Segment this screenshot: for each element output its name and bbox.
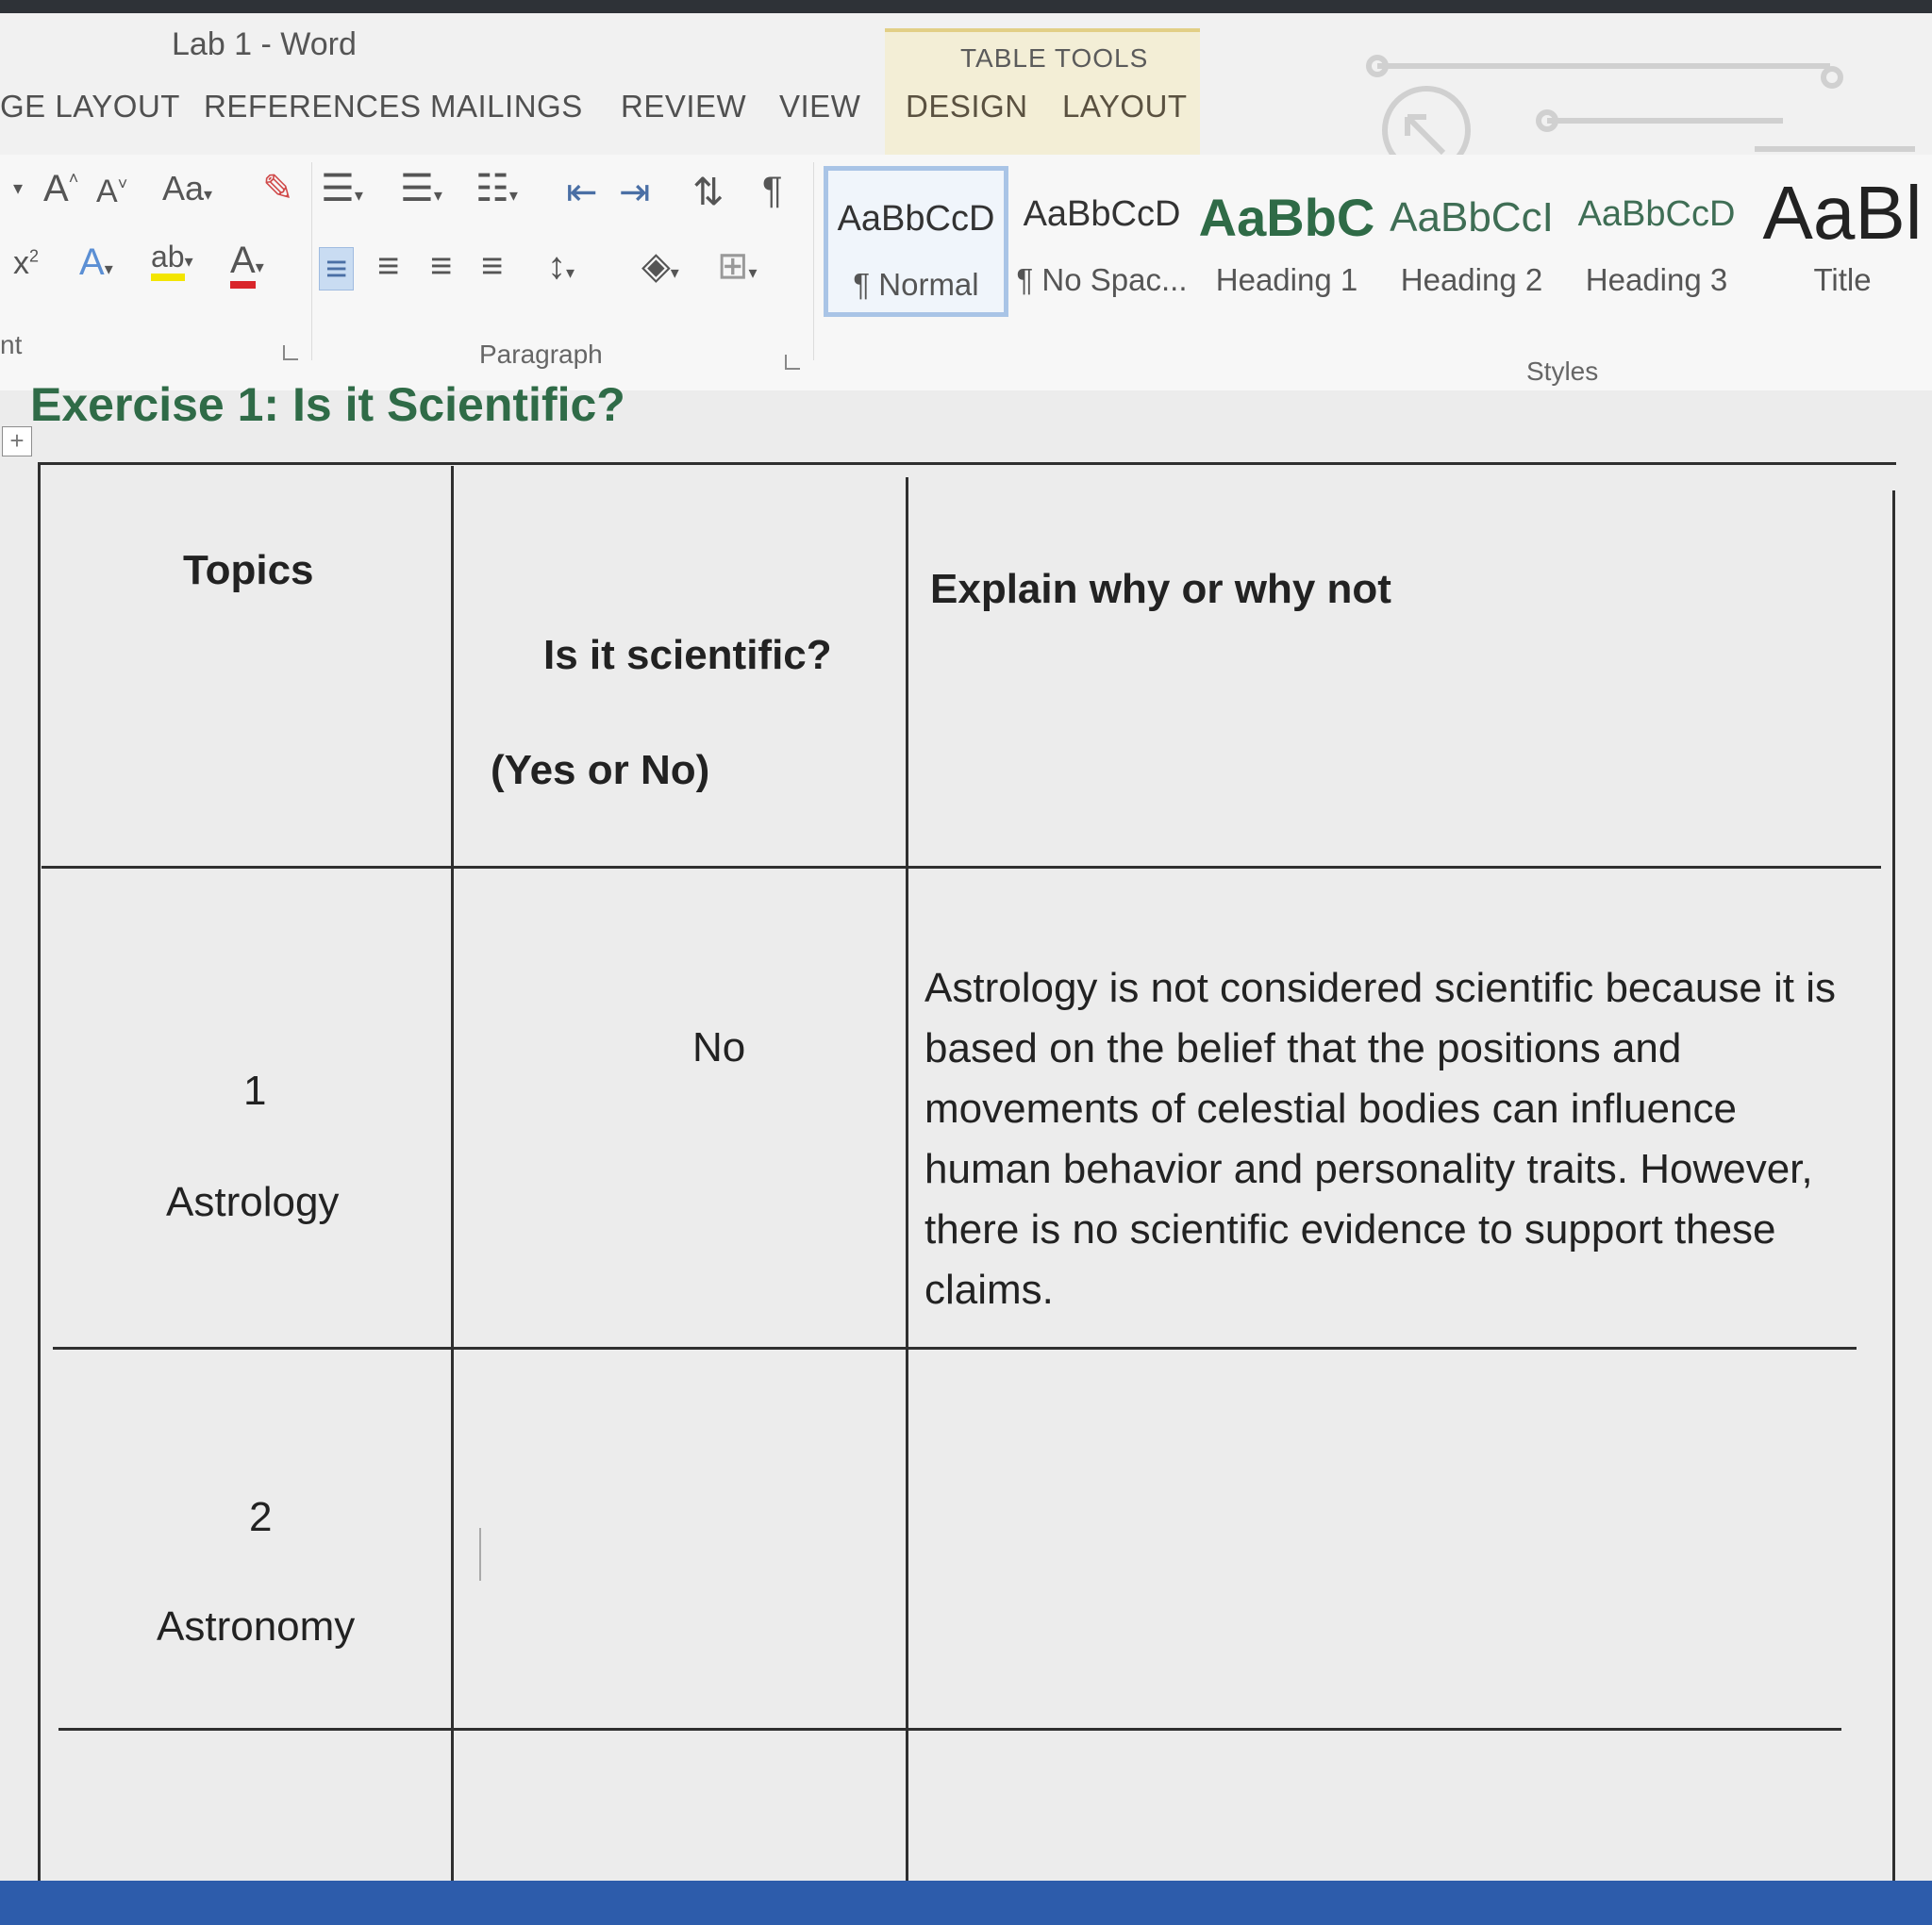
style-sample: AaBbCcD [1577, 194, 1736, 234]
row-explanation[interactable]: Astrology is not considered scientific b… [924, 958, 1858, 1320]
grow-font-icon[interactable]: A˄ [43, 170, 78, 207]
header-explain: Explain why or why not [930, 566, 1391, 612]
shrink-font-icon[interactable]: A˅ [96, 175, 127, 207]
style-title[interactable]: AaBl Title [1753, 166, 1932, 317]
row-topic[interactable]: Astronomy [157, 1603, 355, 1651]
superscript-icon[interactable]: x2 [13, 247, 39, 279]
style-heading-3[interactable]: AaBbCcD Heading 3 [1568, 166, 1745, 317]
table-tools-label: TABLE TOOLS [960, 43, 1149, 73]
tab-mailings[interactable]: MAILINGS [430, 89, 583, 124]
style-name: ¶ No Spac... [1016, 262, 1188, 297]
styles-group-label: Styles [1526, 357, 1599, 386]
tab-page-layout[interactable]: GE LAYOUT [0, 89, 180, 124]
show-marks-icon[interactable]: ¶ [762, 172, 782, 209]
style-normal[interactable]: AaBbCcD ¶ Normal [824, 166, 1008, 317]
table-column-divider [906, 477, 908, 1881]
style-sample: AaBbCcI [1390, 194, 1554, 241]
taskbar [0, 1881, 1932, 1925]
style-no-spacing[interactable]: AaBbCcD ¶ No Spac... [1013, 166, 1191, 317]
numbering-icon[interactable]: ☰▾ [400, 170, 442, 207]
style-heading-1[interactable]: AaBbC Heading 1 [1198, 166, 1375, 317]
justify-icon[interactable]: ≡ [481, 247, 503, 285]
style-sample: AaBbCcD [1023, 194, 1181, 234]
style-name: Heading 1 [1215, 262, 1358, 297]
table-border-right [1892, 490, 1895, 1881]
sort-icon[interactable]: ⇅ [692, 174, 724, 211]
paragraph-dialog-launcher[interactable] [785, 355, 800, 370]
borders-icon[interactable]: ⊞▾ [717, 247, 758, 285]
table-row-divider [42, 866, 1881, 869]
table-row-divider [53, 1347, 1857, 1350]
style-sample: AaBl [1762, 171, 1923, 255]
table-column-divider [451, 466, 454, 1881]
table-move-handle-icon[interactable]: + [2, 426, 32, 456]
font-group-label: nt [0, 330, 23, 359]
align-left-icon[interactable]: ≡ [319, 247, 355, 290]
multilevel-list-icon[interactable]: ☷▾ [475, 170, 518, 207]
change-case-icon[interactable]: Aa▾ [162, 172, 212, 206]
circuit-decoration [1366, 55, 1915, 160]
exercise-heading: Exercise 1: Is it Scientific? [30, 378, 625, 431]
separator [813, 162, 814, 360]
row-number[interactable]: 2 [249, 1494, 272, 1541]
font-size-dropdown-icon[interactable]: ▾ [13, 179, 23, 198]
header-yes-or-no: (Yes or No) [491, 747, 710, 793]
header-is-scientific: Is it scientific? [543, 632, 832, 678]
decrease-indent-icon[interactable]: ⇤ [566, 174, 598, 211]
paragraph-group-label: Paragraph [479, 340, 603, 369]
style-heading-2[interactable]: AaBbCcI Heading 2 [1383, 166, 1560, 317]
window-title: Lab 1 - Word [172, 26, 357, 62]
row-answer[interactable]: No [692, 1024, 745, 1071]
text-effects-icon[interactable]: A▾ [79, 243, 113, 281]
separator [311, 162, 312, 360]
increase-indent-icon[interactable]: ⇥ [619, 174, 651, 211]
tab-review[interactable]: REVIEW [621, 89, 746, 124]
style-name: Title [1813, 262, 1872, 297]
style-name: Heading 2 [1400, 262, 1543, 297]
row-number[interactable]: 1 [243, 1068, 266, 1115]
highlight-icon[interactable]: ab▾ [151, 240, 193, 281]
table-border-top [38, 462, 1896, 465]
style-name: ¶ Normal [853, 267, 979, 302]
tab-view[interactable]: VIEW [779, 89, 860, 124]
style-name: Heading 3 [1585, 262, 1728, 297]
shading-icon[interactable]: ◈▾ [641, 247, 679, 285]
tab-references[interactable]: REFERENCES [204, 89, 422, 124]
style-sample: AaBbC [1198, 188, 1375, 247]
tab-layout[interactable]: LAYOUT [1062, 89, 1188, 124]
font-color-icon[interactable]: A▾ [230, 240, 264, 289]
font-dialog-launcher[interactable] [283, 345, 298, 360]
clear-formatting-icon[interactable]: ✎ [262, 170, 294, 207]
table-row-divider [58, 1728, 1841, 1731]
style-sample: AaBbCcD [837, 199, 995, 239]
row-topic[interactable]: Astrology [166, 1179, 339, 1226]
text-cursor [479, 1528, 481, 1581]
table-border-left [38, 462, 41, 1881]
align-center-icon[interactable]: ≡ [377, 247, 399, 285]
header-topics: Topics [183, 547, 314, 593]
bullets-icon[interactable]: ☰▾ [321, 170, 363, 207]
align-right-icon[interactable]: ≡ [430, 247, 452, 285]
line-spacing-icon[interactable]: ↕▾ [547, 247, 575, 285]
tab-design[interactable]: DESIGN [906, 89, 1028, 124]
